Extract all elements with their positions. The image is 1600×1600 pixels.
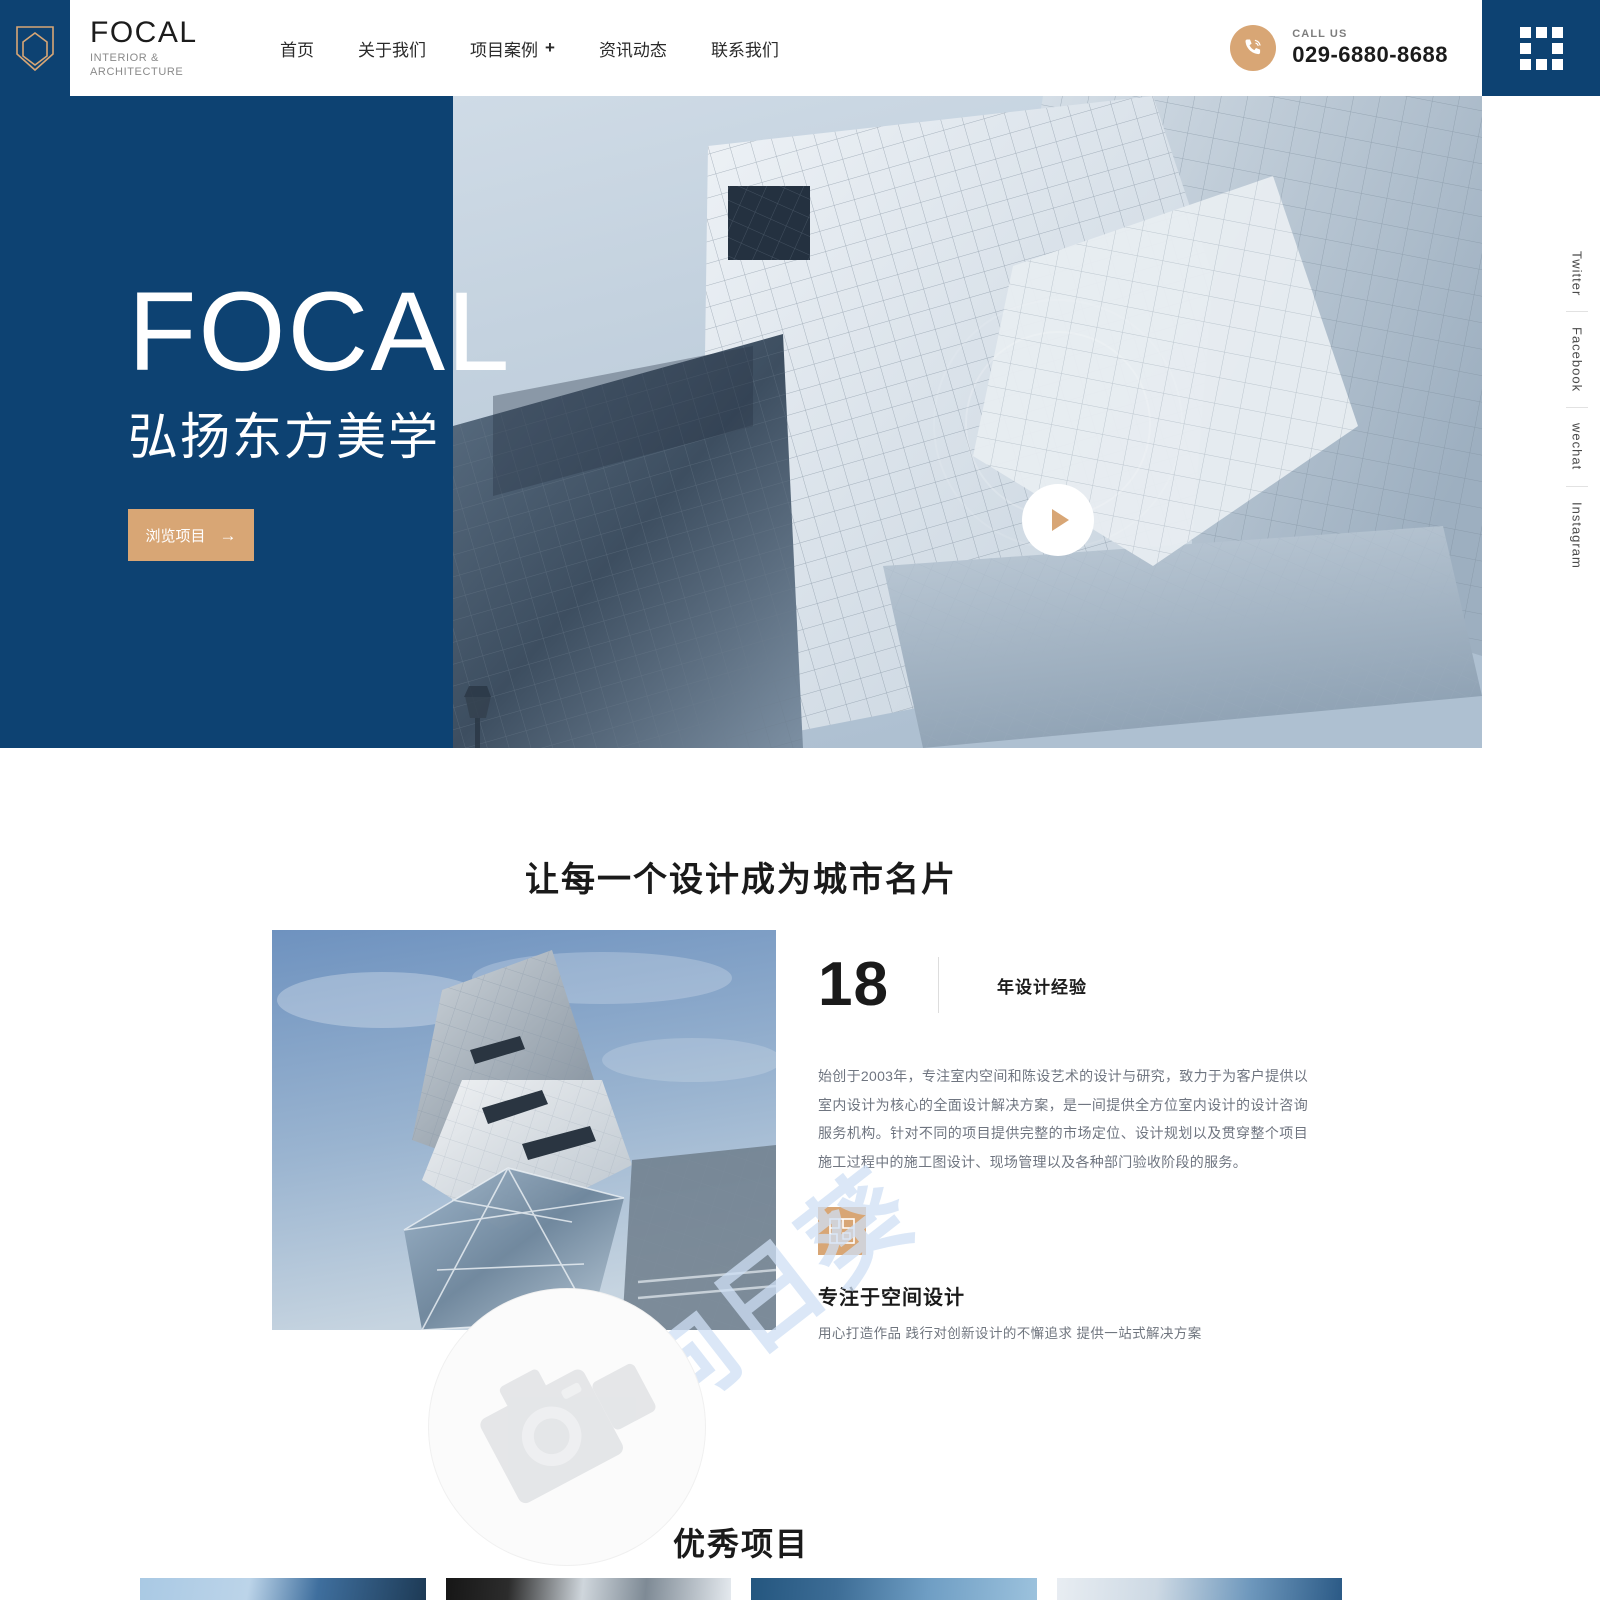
logo-mark[interactable]: [0, 0, 70, 96]
experience-stat: 18 年设计经验: [818, 954, 1308, 1016]
nav-item-news[interactable]: 资讯动态: [599, 36, 667, 61]
social-rail: Twitter Facebook wechat Instagram: [1554, 236, 1600, 583]
project-card[interactable]: [445, 1578, 731, 1600]
stat-label: 年设计经验: [997, 977, 1087, 997]
main-navigation: 首页 关于我们 项目案例 + 资讯动态 联系我们: [270, 0, 1230, 96]
about-paragraph: 始创于2003年，专注室内空间和陈设艺术的设计与研究，致力于为客户提供以室内设计…: [818, 1068, 1308, 1171]
hero-section: FOCAL 弘扬东方美学 浏览项目 →: [0, 96, 1482, 748]
arrow-right-icon: →: [219, 525, 237, 545]
social-link-wechat[interactable]: wechat: [1570, 408, 1585, 485]
about-image: [272, 930, 776, 1330]
nav-item-label: 首页: [280, 40, 314, 60]
logo-subtitle-line2: ARCHITECTURE: [90, 65, 184, 78]
hero-image: [453, 96, 1482, 748]
hero-title: FOCAL: [128, 269, 512, 394]
play-icon: [1052, 509, 1069, 531]
about-section-title: 让每一个设计成为城市名片: [525, 861, 957, 899]
nav-item-label: 联系我们: [710, 40, 779, 60]
divider: [938, 957, 939, 1013]
nav-item-projects[interactable]: 项目案例 +: [470, 36, 555, 61]
nav-item-label: 项目案例: [470, 40, 538, 60]
stat-number: 18: [818, 950, 889, 1019]
feature-subtitle: 用心打造作品 践行对创新设计的不懈追求 提供一站式解决方案: [818, 1325, 1202, 1341]
hero-copy: FOCAL 弘扬东方美学 浏览项目 →: [128, 276, 511, 561]
hero-subtitle: 弘扬东方美学: [128, 409, 440, 465]
phone-number[interactable]: 029-6880-8688: [1292, 41, 1448, 69]
browse-projects-button[interactable]: 浏览项目 →: [128, 509, 254, 561]
about-text-block: 18 年设计经验 始创于2003年，专注室内空间和陈设艺术的设计与研究，致力于为…: [818, 954, 1308, 1342]
browse-projects-label: 浏览项目: [145, 527, 206, 545]
nav-item-about[interactable]: 关于我们: [358, 36, 426, 61]
projects-grid: [140, 1578, 1342, 1600]
nav-item-home[interactable]: 首页: [280, 36, 314, 61]
social-link-instagram[interactable]: Instagram: [1570, 487, 1585, 584]
project-card[interactable]: [1056, 1578, 1342, 1600]
grid-menu-button[interactable]: [1482, 0, 1600, 96]
logo-word: FOCAL: [90, 15, 198, 49]
about-content-row: 18 年设计经验 始创于2003年，专注室内空间和陈设艺术的设计与研究，致力于为…: [0, 930, 1482, 1341]
phone-icon: [1230, 25, 1277, 71]
projects-section-title: 优秀项目: [672, 1525, 809, 1562]
call-us-label: CALL US: [1292, 28, 1348, 41]
nav-item-label: 资讯动态: [598, 40, 667, 60]
feature-title: 专注于空间设计: [818, 1286, 965, 1309]
play-video-button[interactable]: [1022, 484, 1094, 556]
social-link-facebook[interactable]: Facebook: [1570, 312, 1585, 407]
logo-wordmark[interactable]: FOCAL INTERIOR & ARCHITECTURE: [70, 0, 270, 96]
site-header: FOCAL INTERIOR & ARCHITECTURE 首页 关于我们 项目…: [0, 0, 1600, 96]
nav-item-contact[interactable]: 联系我们: [711, 36, 779, 61]
nav-item-label: 关于我们: [358, 40, 426, 60]
grid-menu-icon: [1519, 26, 1563, 70]
logo-subtitle-line1: INTERIOR &: [90, 52, 159, 64]
logo-subtitle: INTERIOR & ARCHITECTURE: [90, 52, 270, 80]
social-link-twitter[interactable]: Twitter: [1570, 236, 1585, 311]
plus-icon: +: [545, 38, 555, 57]
project-card[interactable]: [140, 1578, 426, 1600]
call-us-block[interactable]: CALL US 029-6880-8688: [1230, 0, 1482, 96]
shield-hexagon-icon: [15, 24, 55, 72]
about-section: 让每一个设计成为城市名片 18 年设计经验 始创于2003年，专注室内空间和陈设…: [0, 748, 1482, 1341]
project-card[interactable]: [751, 1578, 1037, 1600]
floor-plan-icon: [818, 1206, 866, 1255]
